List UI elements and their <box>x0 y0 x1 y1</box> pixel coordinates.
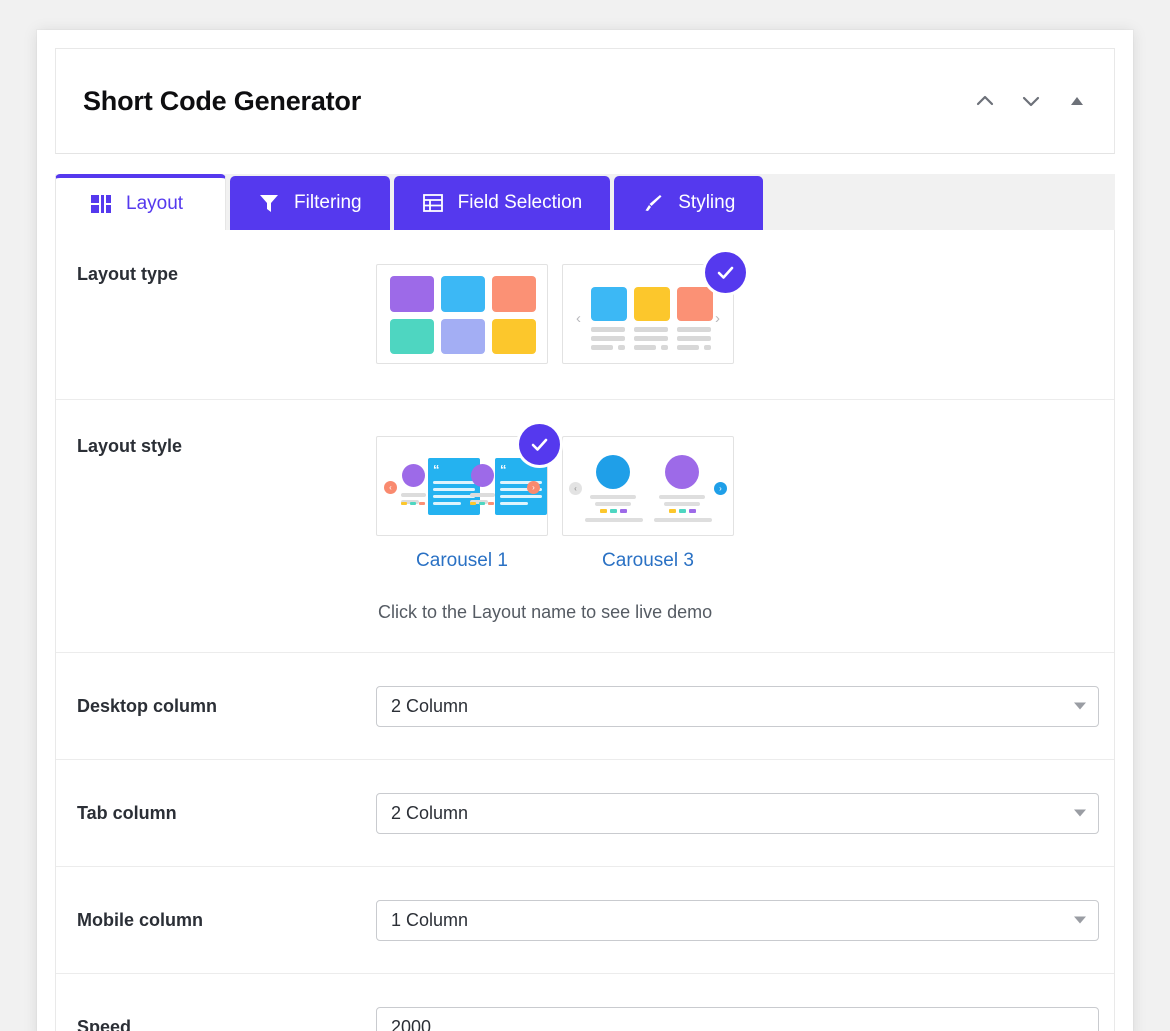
card-header: Short Code Generator <box>55 48 1115 154</box>
tab-styling-label: Styling <box>678 192 736 213</box>
layout-style-option-carousel-3[interactable]: ‹ › <box>562 436 734 536</box>
filter-icon <box>258 192 280 214</box>
selected-check-icon <box>519 424 560 465</box>
chevron-down-icon <box>1074 809 1086 817</box>
page-title: Short Code Generator <box>83 85 362 116</box>
row-layout-style: Layout style “ “ ‹ › ‹ › Carousel 1 Caro… <box>56 400 1114 653</box>
carousel-prev-icon: ‹ <box>384 481 397 494</box>
layout-type-label: Layout type <box>77 264 179 284</box>
speed-input[interactable]: 2000 <box>376 1007 1099 1031</box>
tab-layout[interactable]: Layout <box>55 174 227 230</box>
carousel-next-icon: › <box>715 310 720 327</box>
carousel-next-icon: › <box>714 482 727 495</box>
page-root: Short Code Generator Layout Filtering Fi… <box>0 0 1170 1031</box>
row-tab-column: Tab column 2 Column <box>56 760 1114 867</box>
row-layout-type: Layout type ‹ › <box>56 230 1114 400</box>
tab-column-value: 2 Column <box>391 802 469 823</box>
layout-style-label: Layout style <box>77 436 183 456</box>
carousel-prev-icon: ‹ <box>569 482 582 495</box>
layout-style-captions: Carousel 1 Carousel 3 <box>376 550 1096 572</box>
speed-label: Speed <box>77 1017 132 1031</box>
tab-field-selection-label: Field Selection <box>457 192 583 213</box>
tab-bar: Layout Filtering Field Selection Styling <box>55 174 1115 230</box>
row-desktop-column: Desktop column 2 Column <box>56 653 1114 760</box>
layout-type-options: ‹ › <box>376 252 1096 364</box>
carousel-3-preview: ‹ › <box>563 437 733 535</box>
tab-filtering[interactable]: Filtering <box>230 176 390 230</box>
mobile-column-value: 1 Column <box>391 909 469 930</box>
layout-style-options: “ “ ‹ › ‹ › <box>376 424 1096 536</box>
tab-layout-label: Layout <box>126 193 184 214</box>
desktop-column-select[interactable]: 2 Column <box>376 685 1099 727</box>
shortcode-generator-card: Short Code Generator Layout Filtering Fi… <box>37 30 1133 1031</box>
chevron-down-icon <box>1074 702 1086 710</box>
header-actions <box>972 88 1090 114</box>
tab-panel-layout: Layout type ‹ › Layout style “ “ ‹ › ‹ ›… <box>55 230 1115 1031</box>
selected-check-icon <box>705 252 746 293</box>
layout-type-option-grid[interactable] <box>376 264 548 364</box>
layout-icon <box>90 193 112 215</box>
desktop-column-value: 2 Column <box>391 695 469 716</box>
chevron-down-icon <box>1074 916 1086 924</box>
tab-column-label: Tab column <box>77 802 177 823</box>
table-icon <box>422 192 444 214</box>
layout-type-option-carousel[interactable]: ‹ › <box>562 252 746 364</box>
row-mobile-column: Mobile column 1 Column <box>56 867 1114 974</box>
tab-field-selection[interactable]: Field Selection <box>393 176 611 230</box>
layout-style-hint: Click to the Layout name to see live dem… <box>378 602 713 622</box>
grid-preview <box>390 276 536 354</box>
speed-value: 2000 <box>391 1017 432 1031</box>
tab-styling[interactable]: Styling <box>614 176 764 230</box>
layout-style-link-carousel-1[interactable]: Carousel 1 <box>376 550 548 572</box>
layout-style-option-carousel-1[interactable]: “ “ ‹ › <box>376 424 560 536</box>
mobile-column-label: Mobile column <box>77 909 203 930</box>
brush-icon <box>642 192 664 214</box>
tab-filtering-label: Filtering <box>294 192 362 213</box>
carousel-prev-icon: ‹ <box>576 310 581 327</box>
layout-style-link-carousel-3[interactable]: Carousel 3 <box>562 550 734 572</box>
carousel-next-icon: › <box>527 481 540 494</box>
desktop-column-label: Desktop column <box>77 695 218 716</box>
tab-column-select[interactable]: 2 Column <box>376 792 1099 834</box>
collapse-up-icon[interactable] <box>972 88 998 114</box>
toggle-panel-icon[interactable] <box>1064 88 1090 114</box>
row-speed: Speed 2000 <box>56 974 1114 1031</box>
mobile-column-select[interactable]: 1 Column <box>376 899 1099 941</box>
expand-down-icon[interactable] <box>1018 88 1044 114</box>
